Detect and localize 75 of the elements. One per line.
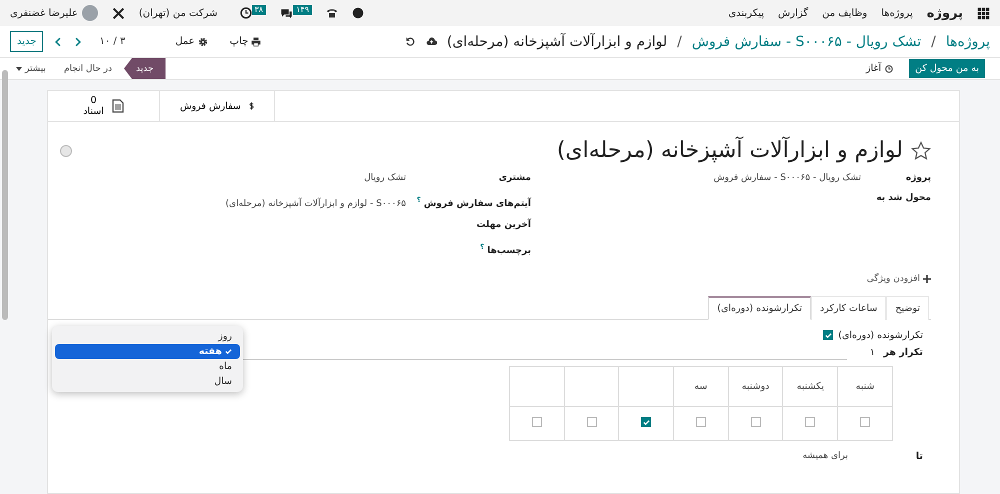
help-mark[interactable]: ؟ bbox=[480, 243, 484, 251]
menu-option[interactable]: روز bbox=[55, 328, 240, 344]
menu-option[interactable]: هفته bbox=[55, 344, 240, 358]
page-title[interactable]: لوازم و ابزارآلات آشپزخانه (مرحله‌ای) bbox=[446, 34, 668, 50]
menu-option[interactable]: سال bbox=[55, 374, 240, 388]
menu-item[interactable]: گزارش bbox=[778, 8, 808, 18]
field-label: آیتم‌های سفارش فروش $^{؟}$ bbox=[416, 196, 531, 209]
start-button[interactable]: آغاز bbox=[860, 62, 900, 75]
checkbox[interactable] bbox=[532, 416, 542, 426]
plus-icon bbox=[923, 275, 931, 283]
checkbox[interactable] bbox=[860, 416, 870, 426]
menu-item[interactable]: پیکربندی bbox=[728, 8, 764, 18]
checkbox[interactable] bbox=[696, 416, 706, 426]
weekday-header: سه bbox=[674, 366, 728, 406]
undo-icon[interactable] bbox=[404, 36, 416, 47]
scrollbar[interactable] bbox=[2, 70, 8, 320]
menu-item[interactable]: پروژه‌ها bbox=[881, 8, 913, 18]
form-tab[interactable]: توضیح bbox=[886, 296, 929, 320]
apps-menu-icon[interactable] bbox=[977, 6, 990, 20]
field-label: تا bbox=[914, 450, 923, 462]
field-label: پروژه bbox=[904, 173, 931, 183]
field-value[interactable]: S۰۰۰۶۵ - لوازم و ابزارآلات آشپزخانه (مرحله‌ای) bbox=[226, 199, 406, 209]
field-label: محول شد به bbox=[875, 193, 931, 203]
activity-count: ۳۸ bbox=[252, 5, 266, 15]
previous-icon[interactable] bbox=[53, 36, 64, 46]
add-property-link[interactable]: افزودن ویژگی bbox=[866, 274, 931, 284]
interval-field[interactable]: ۱ bbox=[855, 347, 875, 358]
company-switcher[interactable]: شرکت من (تهران) bbox=[138, 8, 218, 18]
app-name: پروژه bbox=[926, 6, 963, 20]
field-value[interactable]: برای همیشه bbox=[802, 451, 848, 461]
form-tab[interactable]: تکرارشونده (دوره‌ای) bbox=[708, 296, 811, 320]
menu-item[interactable]: وظایف من bbox=[822, 8, 868, 18]
action-button[interactable]: عمل bbox=[175, 36, 208, 47]
assign-to-me-button[interactable]: به من محول کن bbox=[909, 59, 985, 78]
cloud-upload-icon[interactable] bbox=[426, 36, 437, 47]
phone-icon[interactable] bbox=[326, 7, 338, 19]
clock-icon bbox=[885, 64, 894, 72]
clock-icon[interactable] bbox=[240, 7, 252, 19]
more-stages-button[interactable]: بیشتر bbox=[10, 58, 52, 79]
gear-icon bbox=[198, 36, 208, 46]
field-value[interactable]: تشک رویال bbox=[364, 173, 406, 183]
weekday-header: دوشنبه bbox=[728, 366, 783, 406]
message-count: ۱۴۹ bbox=[293, 5, 312, 15]
chat-icon[interactable] bbox=[280, 7, 294, 19]
next-icon[interactable] bbox=[73, 36, 84, 46]
print-button[interactable]: چاپ bbox=[230, 36, 262, 47]
form-tab[interactable]: ساعات کارکرد bbox=[810, 296, 886, 320]
checkbox[interactable] bbox=[641, 417, 652, 428]
breadcrumb-link[interactable]: تشک رویال - S۰۰۰۶۵ - سفارش فروش bbox=[692, 34, 922, 50]
breadcrumb-link[interactable]: پروژه‌ها bbox=[946, 34, 990, 50]
menu-option[interactable]: ماه bbox=[55, 358, 240, 374]
star-icon[interactable] bbox=[911, 140, 931, 160]
help-mark[interactable]: ؟ bbox=[416, 196, 421, 204]
breadcrumb-separator: / bbox=[677, 34, 682, 50]
field-label: آخرین مهلت bbox=[476, 220, 531, 230]
checkbox[interactable] bbox=[750, 416, 761, 426]
weekday-header: یکشنبه bbox=[782, 366, 838, 406]
checkbox[interactable] bbox=[805, 416, 816, 426]
new-button[interactable]: جدید bbox=[10, 31, 44, 52]
checkbox[interactable] bbox=[823, 330, 833, 340]
pager-value: ۳ / ۱۰ bbox=[99, 36, 126, 47]
weekday-header: شنبه bbox=[838, 366, 892, 406]
task-title: لوازم و ابزارآلات آشپزخانه (مرحله‌ای) bbox=[556, 138, 903, 163]
stage-step[interactable]: جدید bbox=[124, 58, 166, 79]
field-label: تکرار هر bbox=[883, 347, 923, 358]
field-value[interactable]: تشک رویال - S۰۰۰۶۵ - سفارش فروش bbox=[714, 173, 861, 183]
printer-icon bbox=[251, 36, 262, 46]
document-icon bbox=[112, 99, 124, 113]
check-icon bbox=[225, 348, 232, 354]
field-label: مشتری bbox=[498, 173, 531, 183]
checkbox[interactable] bbox=[586, 416, 597, 426]
field-label: برچسب‌ها $^{؟}$ bbox=[479, 243, 531, 256]
user-name[interactable]: علیرضا غضنفری bbox=[10, 8, 78, 18]
caret-icon bbox=[16, 66, 22, 70]
breadcrumb-separator: / bbox=[931, 34, 936, 50]
